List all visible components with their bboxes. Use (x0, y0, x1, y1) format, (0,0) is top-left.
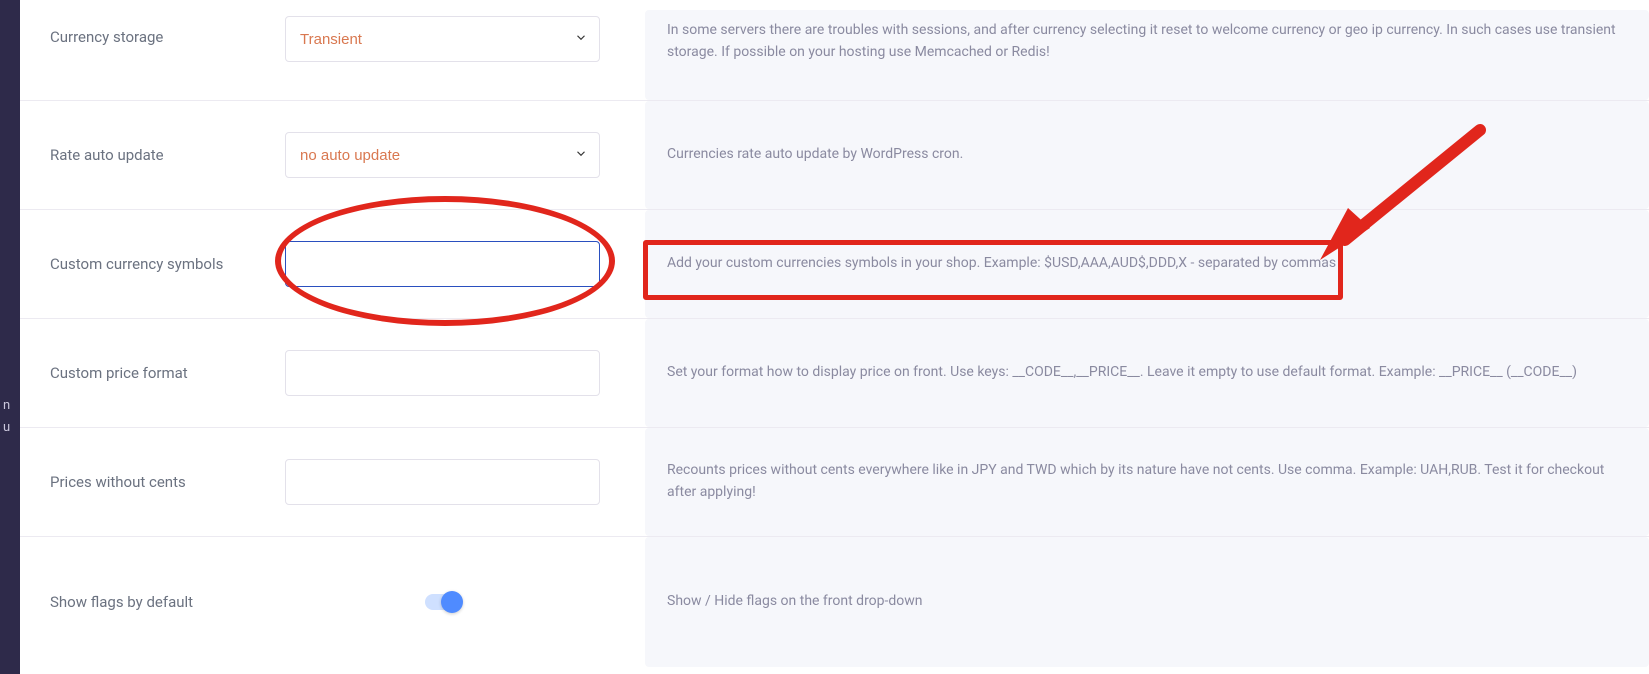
row-rate-auto-update: Rate auto update no auto update Currenci… (20, 101, 1649, 210)
select-rate-auto-update[interactable]: no auto update (285, 132, 600, 178)
toggle-show-flags[interactable] (425, 594, 461, 610)
row-custom-symbols: Custom currency symbols Add your custom … (20, 210, 1649, 319)
toggle-knob (441, 591, 463, 613)
desc-show-flags: Show / Hide flags on the front drop-down (645, 537, 1649, 667)
row-show-flags: Show flags by default Show / Hide flags … (20, 537, 1649, 667)
desc-custom-symbols: Add your custom currencies symbols in yo… (645, 210, 1649, 318)
sidebar-fragment: u (0, 417, 10, 439)
settings-panel: Currency storage Transient In some serve… (20, 0, 1649, 674)
row-currency-storage: Currency storage Transient In some serve… (20, 0, 1649, 101)
desc-currency-storage: In some servers there are troubles with … (645, 10, 1649, 100)
admin-sidebar: n u (0, 0, 20, 674)
row-price-format: Custom price format Set your format how … (20, 319, 1649, 428)
label-custom-symbols: Custom currency symbols (50, 255, 285, 273)
label-rate-auto-update: Rate auto update (50, 146, 285, 164)
input-price-format[interactable] (285, 350, 600, 396)
label-currency-storage: Currency storage (50, 10, 285, 46)
input-custom-symbols[interactable] (285, 241, 600, 287)
label-no-cents: Prices without cents (50, 473, 285, 491)
select-currency-storage[interactable]: Transient (285, 16, 600, 62)
desc-no-cents: Recounts prices without cents everywhere… (645, 428, 1649, 536)
desc-price-format: Set your format how to display price on … (645, 319, 1649, 427)
label-price-format: Custom price format (50, 364, 285, 382)
label-show-flags: Show flags by default (50, 593, 285, 611)
sidebar-fragment: n (0, 395, 10, 417)
row-no-cents: Prices without cents Recounts prices wit… (20, 428, 1649, 537)
input-no-cents[interactable] (285, 459, 600, 505)
desc-rate-auto-update: Currencies rate auto update by WordPress… (645, 101, 1649, 209)
